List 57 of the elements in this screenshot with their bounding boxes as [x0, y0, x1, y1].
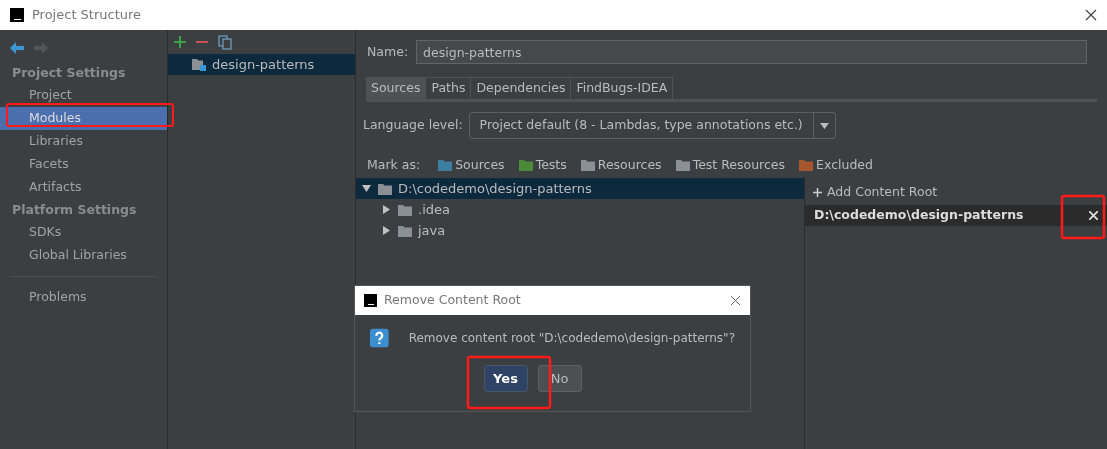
content-root-row[interactable]: D:\codedemo\design-patterns — [805, 205, 1107, 226]
mark-as-option[interactable]: Test Resources — [675, 155, 786, 175]
mark-as-option[interactable]: Sources — [438, 155, 505, 175]
app-logo-icon — [364, 294, 377, 307]
mark-as-option[interactable]: Excluded — [799, 155, 873, 175]
plus-icon — [813, 188, 822, 197]
sidebar-item[interactable]: Modules — [0, 107, 167, 130]
language-level-label: Language level: — [363, 116, 463, 135]
tree-row[interactable]: .idea — [356, 199, 804, 220]
sidebar-item[interactable]: Facets — [0, 153, 167, 176]
module-label: design-patterns — [212, 55, 315, 74]
app-logo-icon — [10, 8, 24, 22]
add-icon[interactable] — [174, 36, 186, 48]
tab[interactable]: Dependencies — [471, 77, 572, 99]
content-root-path: D:\codedemo\design-patterns — [814, 206, 1024, 225]
copy-icon[interactable] — [218, 34, 232, 50]
folder-icon — [398, 224, 412, 237]
name-field[interactable]: design-patterns — [416, 40, 1087, 64]
mark-as-label: Mark as: — [367, 155, 421, 174]
section-heading: Project Settings — [11, 63, 127, 82]
sidebar-item[interactable]: Artifacts — [0, 176, 167, 199]
tab[interactable]: Paths — [426, 77, 472, 99]
sidebar-item[interactable]: SDKs — [0, 221, 167, 244]
sidebar-item[interactable]: Libraries — [0, 130, 167, 153]
collapse-arrow-icon[interactable] — [362, 184, 372, 193]
dialog-button[interactable]: No — [537, 365, 582, 392]
mark-as-option[interactable]: Tests — [518, 155, 567, 175]
sidebar-item[interactable]: Problems — [0, 286, 167, 309]
close-icon[interactable] — [730, 295, 741, 306]
tree-label: .idea — [418, 200, 450, 219]
window-title: Project Structure — [32, 6, 142, 25]
folder-icon — [378, 182, 392, 195]
dialog-button[interactable]: Yes — [483, 365, 528, 392]
highlight-rectangle — [1060, 194, 1106, 240]
expand-arrow-icon[interactable] — [382, 226, 392, 235]
dropdown-caret-icon — [819, 122, 829, 129]
dialog-message: Remove content root "D:\codedemo\design-patterns"? — [408, 330, 735, 347]
tree-label: D:\codedemo\design-patterns — [398, 179, 592, 198]
name-label: Name: — [367, 42, 409, 61]
dialog-title: Remove Content Root — [384, 291, 521, 310]
add-content-root-button[interactable]: Add Content Root — [805, 184, 1107, 201]
sidebar-item[interactable]: Project — [0, 84, 167, 107]
tree-row[interactable]: java — [356, 220, 804, 241]
tree-row[interactable]: D:\codedemo\design-patterns — [356, 178, 804, 199]
expand-arrow-icon[interactable] — [382, 205, 392, 214]
module-folder-icon — [192, 58, 206, 71]
sidebar-item[interactable]: Global Libraries — [0, 244, 167, 267]
mark-as-option[interactable]: Resources — [580, 155, 662, 175]
close-icon[interactable] — [1085, 9, 1097, 21]
language-level-dropdown[interactable]: Project default (8 - Lambdas, type annotations etc.) — [468, 112, 836, 139]
tree-label: java — [418, 221, 446, 240]
section-heading: Platform Settings — [11, 200, 138, 219]
folder-icon — [398, 203, 412, 216]
back-arrow-icon[interactable] — [10, 42, 24, 54]
tab[interactable]: Sources — [366, 77, 427, 99]
tab[interactable]: FindBugs-IDEA — [571, 77, 674, 99]
module-item[interactable]: design-patterns — [168, 54, 355, 75]
